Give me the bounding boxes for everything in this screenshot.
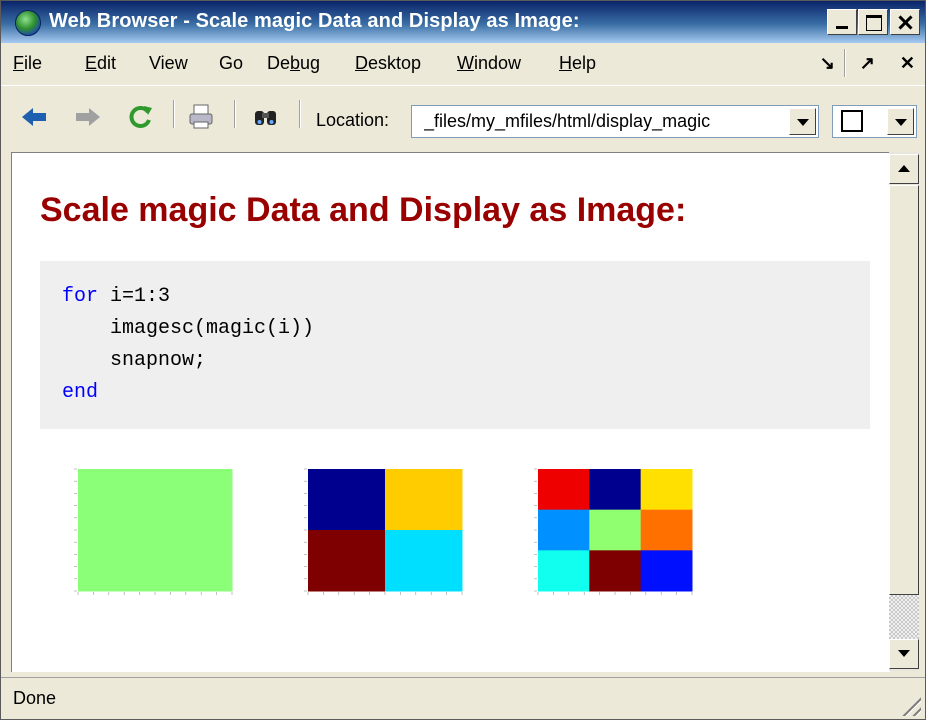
options-dropdown-button[interactable] xyxy=(887,108,914,135)
image-cell xyxy=(640,469,693,511)
scroll-thumb[interactable] xyxy=(889,185,919,595)
menu-window[interactable]: Window xyxy=(457,53,521,74)
maximize-button[interactable] xyxy=(858,9,888,35)
image-cell xyxy=(640,550,693,592)
refresh-button[interactable] xyxy=(125,102,155,132)
refresh-icon xyxy=(129,106,152,128)
code-line: for i=1:3 xyxy=(62,285,171,308)
find-button[interactable] xyxy=(251,102,281,132)
menu-bar: File Edit View Go Debug Desktop Window H… xyxy=(1,43,925,81)
close-doc-button[interactable]: ✕ xyxy=(900,53,915,73)
magic-image-3 xyxy=(534,468,693,595)
image-cells xyxy=(78,469,233,592)
options-combo[interactable] xyxy=(832,105,917,138)
image-cell xyxy=(538,509,590,551)
magic-image-2 xyxy=(304,468,463,595)
menu-file[interactable]: File xyxy=(13,53,42,74)
title-bar[interactable]: Web Browser - Scale magic Data and Displ… xyxy=(1,1,925,43)
menu-debug[interactable]: Debug xyxy=(267,53,320,74)
dock-button[interactable]: ↗ xyxy=(860,53,875,73)
image-cell xyxy=(589,509,642,551)
toolbar: Location: _files/my_mfiles/html/display_… xyxy=(1,85,925,154)
toolbar-separator xyxy=(234,100,235,128)
vertical-scrollbar[interactable] xyxy=(889,152,919,671)
dock-controls: ↘ ↗ ✕ xyxy=(800,53,915,74)
magic-image-1 xyxy=(74,468,233,595)
menu-edit[interactable]: Edit xyxy=(85,53,116,74)
location-label: Location: xyxy=(316,110,390,130)
scroll-track[interactable] xyxy=(889,595,919,639)
image-cells xyxy=(308,469,463,592)
image-cell xyxy=(538,469,590,511)
code-line: snapnow; xyxy=(62,349,207,372)
location-input[interactable]: _files/my_mfiles/html/display_magic xyxy=(411,105,819,138)
code-line: end xyxy=(62,381,99,404)
location-dropdown-button[interactable] xyxy=(789,108,816,135)
image-cell xyxy=(308,530,386,592)
undock-button[interactable]: ↘ xyxy=(820,53,835,73)
options-checkbox[interactable] xyxy=(841,110,863,132)
menu-help[interactable]: Help xyxy=(559,53,596,74)
resize-grip[interactable] xyxy=(899,694,921,716)
image-cell xyxy=(385,469,463,531)
status-bar: Done xyxy=(1,677,925,720)
minimize-button[interactable] xyxy=(827,9,857,35)
image-cell xyxy=(538,550,590,592)
image-cell xyxy=(640,509,693,551)
menu-desktop[interactable]: Desktop xyxy=(355,53,421,74)
code-line: imagesc(magic(i)) xyxy=(62,317,315,340)
forward-icon xyxy=(76,108,100,126)
page-title: Scale magic Data and Display as Image: xyxy=(40,191,687,229)
image-cell xyxy=(589,469,642,511)
print-icon xyxy=(189,104,213,129)
scroll-up-button[interactable] xyxy=(889,154,919,184)
window-title: Web Browser - Scale magic Data and Displ… xyxy=(49,10,580,32)
globe-icon xyxy=(15,10,41,36)
toolbar-separator xyxy=(299,100,300,128)
binoculars-icon xyxy=(255,111,276,125)
location-value: _files/my_mfiles/html/display_magic xyxy=(424,111,711,131)
page-content[interactable]: Scale magic Data and Display as Image: f… xyxy=(11,152,890,672)
browser-window: Web Browser - Scale magic Data and Displ… xyxy=(0,0,926,720)
print-button[interactable] xyxy=(187,102,217,132)
image-cell xyxy=(589,550,642,592)
image-cell xyxy=(308,469,386,531)
forward-button[interactable] xyxy=(73,102,103,132)
image-cell xyxy=(78,469,233,592)
toolbar-separator xyxy=(173,100,174,128)
image-cell xyxy=(385,530,463,592)
menu-view[interactable]: View xyxy=(149,53,188,74)
image-cells xyxy=(538,469,693,592)
close-button[interactable] xyxy=(890,9,920,35)
back-icon xyxy=(22,108,46,126)
code-block: for i=1:3 imagesc(magic(i)) snapnow; end xyxy=(40,261,870,429)
back-button[interactable] xyxy=(19,102,49,132)
menu-separator xyxy=(844,49,845,77)
status-text: Done xyxy=(13,688,57,708)
scroll-down-button[interactable] xyxy=(889,639,919,669)
menu-go[interactable]: Go xyxy=(219,53,243,74)
